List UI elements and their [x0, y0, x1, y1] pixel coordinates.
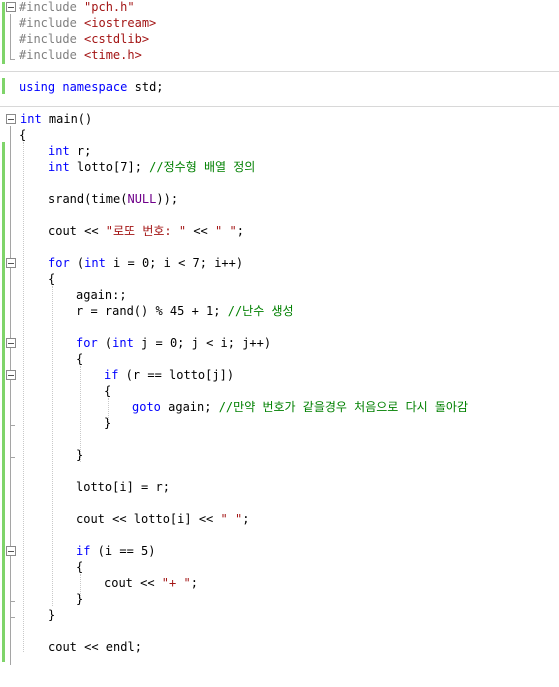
keyword: namespace — [62, 80, 128, 94]
code-text: lotto[i] = r; — [76, 480, 170, 494]
keyword: goto — [132, 400, 161, 414]
code-text: << — [186, 224, 215, 238]
code-text: } — [104, 416, 112, 430]
code-text: j = 0; j < i; j++) — [133, 336, 272, 350]
code-text: r; — [69, 144, 92, 158]
code-text: cout << — [104, 576, 162, 590]
code-text: r = rand() % 45 + 1; — [76, 304, 228, 318]
code-line-14[interactable]: again:; — [0, 287, 559, 303]
keyword: int — [48, 144, 70, 158]
code-line-2[interactable]: #include <iostream> — [0, 15, 559, 31]
code-text: srand(time( — [48, 192, 128, 206]
code-line-8[interactable]: int r; — [0, 143, 559, 159]
code-text: again; — [160, 400, 219, 414]
code-line-goto[interactable]: goto again; //만약 번호가 같을경우 처음으로 다시 돌아감 — [0, 399, 559, 415]
code-line-23[interactable]: lotto[i] = r; — [0, 479, 559, 495]
line-separator — [0, 106, 559, 107]
line-separator — [0, 71, 559, 72]
code-line-29[interactable]: } — [0, 607, 559, 623]
code-line-26[interactable]: { — [0, 559, 559, 575]
code-text: } — [48, 608, 56, 622]
code-text: ( — [69, 256, 85, 270]
keyword: if — [104, 368, 119, 382]
code-line-for-j[interactable]: for (int j = 0; j < i; j++) — [0, 335, 559, 351]
code-line-1[interactable]: #include "pch.h" — [0, 0, 559, 15]
include-path: "pch.h" — [84, 0, 135, 14]
code-line-main[interactable]: int main() — [0, 111, 559, 127]
preprocessor-directive: #include — [19, 16, 77, 30]
code-line-4[interactable]: #include <time.h> — [0, 47, 559, 63]
code-text: cout << — [48, 640, 106, 654]
code-line-22[interactable]: } — [0, 447, 559, 463]
code-line-if-r[interactable]: if (r == lotto[j]) — [0, 367, 559, 383]
code-text: { — [104, 384, 112, 398]
keyword: int — [48, 160, 70, 174]
code-text: { — [76, 352, 84, 366]
code-text: lotto[7]; — [69, 160, 150, 174]
include-path: <iostream> — [84, 16, 157, 30]
string-literal: "로또 번호: " — [105, 224, 187, 238]
code-line-27[interactable]: cout << "+ "; — [0, 575, 559, 591]
string-literal: " " — [220, 512, 243, 526]
include-path: <time.h> — [84, 48, 142, 62]
keyword: int — [84, 256, 106, 270]
code-editor[interactable]: #include "pch.h" #include <iostream> #in… — [0, 0, 559, 665]
code-text: } — [76, 448, 84, 462]
string-literal: " " — [215, 224, 237, 238]
code-text: ; — [242, 512, 250, 526]
code-line-24[interactable]: cout << lotto[i] << " "; — [0, 511, 559, 527]
code-line-13[interactable]: { — [0, 271, 559, 287]
string-literal: "+ " — [161, 576, 191, 590]
code-line-main-open[interactable]: { — [0, 127, 559, 143]
code-text: (r == lotto[j]) — [118, 368, 235, 382]
code-text: endl; — [105, 640, 142, 654]
keyword: for — [48, 256, 70, 270]
code-text: { — [76, 560, 84, 574]
code-text: std; — [127, 80, 164, 94]
label: again:; — [76, 288, 127, 302]
code-line-using[interactable]: using namespace std; — [0, 79, 559, 95]
keyword: int — [20, 112, 42, 126]
keyword: int — [112, 336, 134, 350]
code-line-if-i[interactable]: if (i == 5) — [0, 543, 559, 559]
code-text: )); — [156, 192, 179, 206]
code-line-for-i[interactable]: for (int i = 0; i < 7; i++) — [0, 255, 559, 271]
code-text: { — [48, 272, 56, 286]
code-line-17[interactable]: { — [0, 351, 559, 367]
code-text: cout << lotto[i] << — [76, 512, 221, 526]
code-text: ; — [190, 576, 198, 590]
code-text: ( — [97, 336, 113, 350]
include-path: <cstdlib> — [84, 32, 150, 46]
comment: //만약 번호가 같을경우 처음으로 다시 돌아감 — [218, 400, 468, 414]
comment: //정수형 배열 정의 — [149, 160, 256, 174]
code-text: ; — [236, 224, 244, 238]
code-text: { — [19, 128, 27, 142]
code-line-3[interactable]: #include <cstdlib> — [0, 31, 559, 47]
keyword: if — [76, 544, 91, 558]
code-line-15[interactable]: r = rand() % 45 + 1; //난수 생성 — [0, 303, 559, 319]
preprocessor-directive: #include — [19, 48, 77, 62]
code-line-30[interactable]: cout << endl; — [0, 639, 559, 655]
preprocessor-directive: #include — [19, 0, 77, 14]
preprocessor-directive: #include — [19, 32, 77, 46]
code-text: main() — [41, 112, 93, 126]
code-line-11[interactable]: cout << "로또 번호: " << " "; — [0, 223, 559, 239]
code-line-10[interactable]: srand(time(NULL)); — [0, 191, 559, 207]
keyword: using — [19, 80, 56, 94]
code-line-19[interactable]: { — [0, 383, 559, 399]
code-text: cout << — [48, 224, 106, 238]
code-line-28[interactable]: } — [0, 591, 559, 607]
code-line-21[interactable]: } — [0, 415, 559, 431]
keyword: for — [76, 336, 98, 350]
macro: NULL — [127, 192, 157, 206]
code-text: } — [76, 592, 84, 606]
comment: //난수 생성 — [227, 304, 294, 318]
code-text: i = 0; i < 7; i++) — [105, 256, 244, 270]
code-text: (i == 5) — [90, 544, 156, 558]
code-line-9[interactable]: int lotto[7]; //정수형 배열 정의 — [0, 159, 559, 175]
